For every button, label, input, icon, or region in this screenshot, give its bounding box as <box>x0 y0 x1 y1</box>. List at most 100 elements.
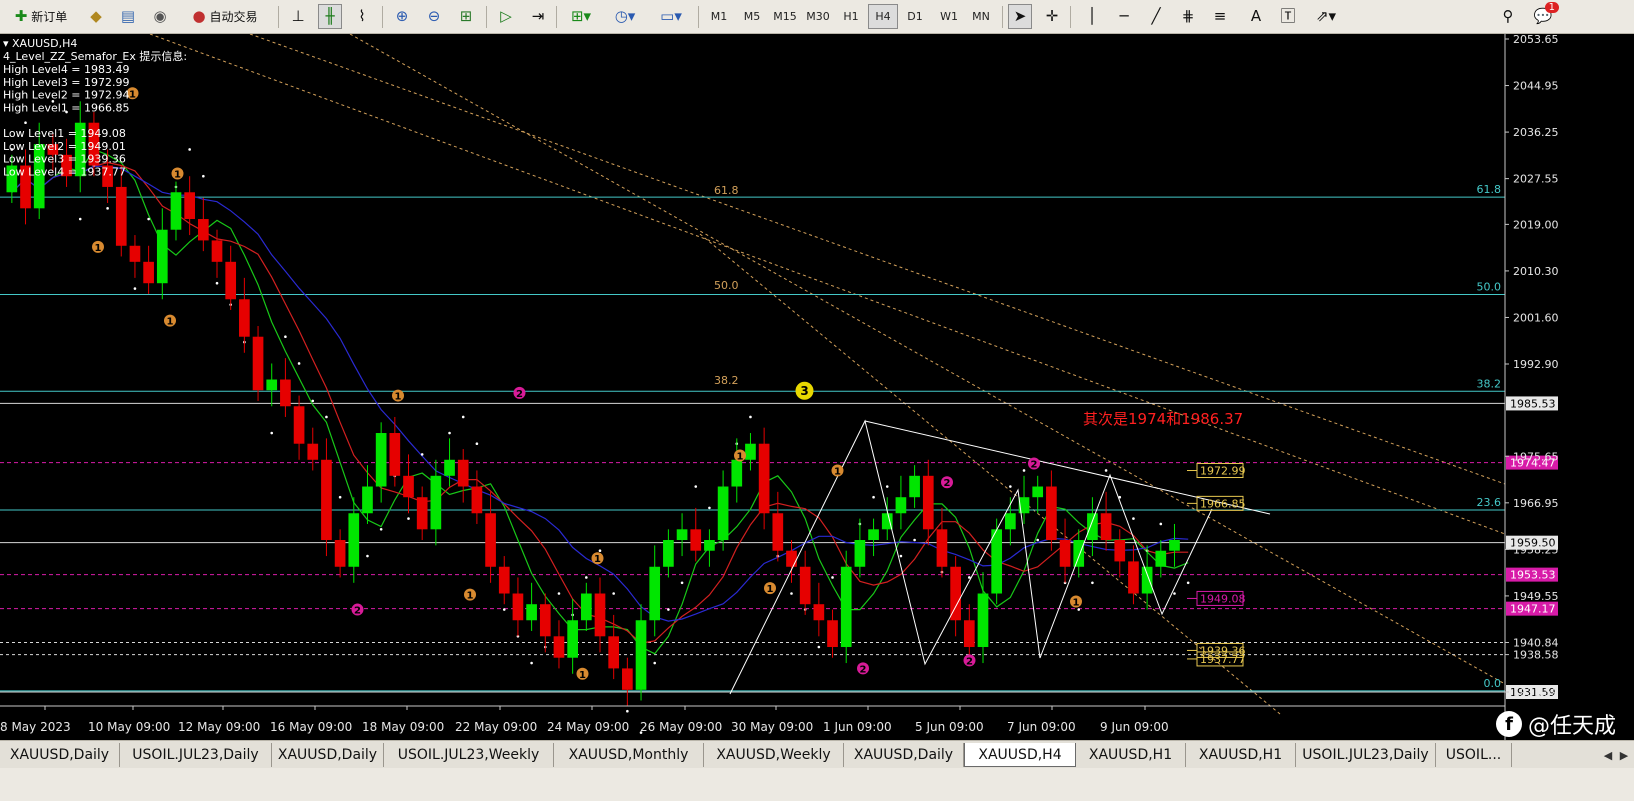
timeframe-m30[interactable]: M30 <box>803 4 833 29</box>
periods-button[interactable]: ◷▾ <box>606 4 644 29</box>
timeframe-mn[interactable]: MN <box>966 4 996 29</box>
crosshair-button[interactable]: ✛ <box>1040 4 1064 29</box>
indicators-button[interactable]: ⊞▾ <box>562 4 600 29</box>
zoom-in-button[interactable]: ⊕ <box>390 4 414 29</box>
level-box-label: 1949.08 <box>1200 592 1246 605</box>
candle-body <box>252 336 264 391</box>
indicator-info-line: High Level1 = 1966.85 <box>3 101 130 114</box>
tab-scroll-right-icon[interactable]: ▶ <box>1616 743 1632 767</box>
fib-level-label: 38.2 <box>1477 377 1502 390</box>
fan-label: 50.0 <box>714 279 739 292</box>
sar-dot <box>1077 608 1081 611</box>
fan-label: 38.2 <box>714 374 739 387</box>
timeframe-m5[interactable]: M5 <box>737 4 767 29</box>
candle-body <box>444 459 455 476</box>
sar-dot <box>913 538 916 542</box>
auto-trading-button[interactable]: ● 自动交易 <box>180 4 270 29</box>
candle-body <box>348 513 360 567</box>
sar-dot <box>1091 581 1094 585</box>
chart-tab[interactable]: USOIL.JUL23,Daily <box>120 743 272 767</box>
strategy-tester-button[interactable]: ◆ <box>84 4 108 29</box>
timeframe-h4[interactable]: H4 <box>868 4 898 29</box>
semafor-label: 1 <box>167 317 174 328</box>
chart-tab[interactable]: XAUUSD,H4 <box>964 743 1076 767</box>
autoscroll-button[interactable]: ▷ <box>494 4 518 29</box>
sar-dot <box>680 581 684 585</box>
indicators-icon: ⊞▾ <box>570 7 592 25</box>
trendline-button[interactable]: ╱ <box>1144 4 1168 29</box>
line-chart-button[interactable]: ⌇ <box>350 4 374 29</box>
chart-tab[interactable]: XAUUSD,Daily <box>0 743 120 767</box>
semafor-label: 2 <box>860 664 867 675</box>
chart-tab[interactable]: XAUUSD,Monthly <box>554 743 704 767</box>
price-tick-label: 2053.65 <box>1513 34 1559 46</box>
candle-body <box>526 604 537 621</box>
sar-dot <box>78 217 82 221</box>
search-button[interactable]: ⚲ <box>1496 4 1520 29</box>
chart-tab[interactable]: XAUUSD,H1 <box>1076 743 1186 767</box>
text-label-button[interactable]: 🅃 <box>1276 4 1300 29</box>
zoom-out-icon: ⊖ <box>427 7 441 25</box>
candle-body <box>307 443 319 460</box>
vertical-line-button[interactable]: │ <box>1080 4 1104 29</box>
candlestick-icon: ╫ <box>325 7 335 25</box>
timeframe-w1[interactable]: W1 <box>934 4 964 29</box>
market-watch-button[interactable]: ▤ <box>116 4 140 29</box>
bar-chart-button[interactable]: ⊥ <box>286 4 310 29</box>
chart-tab[interactable]: XAUUSD,Daily <box>844 743 964 767</box>
channel-button[interactable]: ≡ <box>1208 4 1232 29</box>
price-tag-label: 1985.53 <box>1510 397 1556 410</box>
timeframe-m15[interactable]: M15 <box>770 4 800 29</box>
templates-button[interactable]: ▭▾ <box>650 4 692 29</box>
horizontal-line-icon: ─ <box>1119 7 1129 25</box>
sar-dot <box>694 485 698 488</box>
timeframe-h1[interactable]: H1 <box>836 4 866 29</box>
semafor-label: 3 <box>800 384 808 398</box>
chart-tab[interactable]: USOIL... <box>1436 743 1512 767</box>
candle-body <box>129 245 141 262</box>
arrows-button[interactable]: ⇗▾ <box>1308 4 1344 29</box>
chart-tab[interactable]: XAUUSD,Daily <box>272 743 384 767</box>
price-tick-label: 1938.58 <box>1513 649 1559 662</box>
candle-body <box>1141 566 1153 594</box>
chart-tab[interactable]: USOIL.JUL23,Weekly <box>384 743 554 767</box>
fib-level-label: 23.6 <box>1477 496 1502 509</box>
semafor-label: 1 <box>1073 598 1080 609</box>
candle-body <box>991 529 1003 594</box>
chat-button[interactable]: 💬 1 <box>1528 2 1559 29</box>
candlestick-button[interactable]: ╫ <box>318 4 342 29</box>
chart-shift-button[interactable]: ⇥ <box>526 4 550 29</box>
horizontal-line-button[interactable]: ─ <box>1112 4 1136 29</box>
price-tick-label: 2036.25 <box>1513 126 1559 139</box>
time-tick-label: 8 May 2023 <box>0 720 71 734</box>
candle-body <box>840 566 852 648</box>
tab-scroll-buttons[interactable]: ◀ ▶ <box>1600 743 1632 767</box>
text-button[interactable]: A <box>1244 4 1268 29</box>
signals-button[interactable]: ◉ <box>148 4 172 29</box>
timeframe-d1[interactable]: D1 <box>900 4 930 29</box>
tile-windows-button[interactable]: ⊞ <box>454 4 478 29</box>
sar-dot <box>311 399 315 403</box>
sar-dot <box>325 415 328 419</box>
cursor-button[interactable]: ➤ <box>1008 4 1032 29</box>
chart-tab[interactable]: XAUUSD,H1 <box>1186 743 1296 767</box>
chart-tab[interactable]: USOIL.JUL23,Daily <box>1296 743 1436 767</box>
chart-tab[interactable]: XAUUSD,Weekly <box>704 743 844 767</box>
time-tick-label: 7 Jun 09:00 <box>1007 720 1076 734</box>
new-order-button[interactable]: ✚ 新订单 <box>6 4 76 29</box>
sar-dot <box>297 362 301 365</box>
candle-body <box>745 443 756 460</box>
timeframe-m1[interactable]: M1 <box>704 4 734 29</box>
arrows-icon: ⇗▾ <box>1315 7 1337 25</box>
price-chart[interactable]: 61.8 50.0 38.2 61.8 50.0 38.2 23.6 0.0 1985.53… <box>0 34 1634 740</box>
indicator-info-line: Low Level2 = 1949.01 <box>3 140 126 153</box>
tab-scroll-left-icon[interactable]: ◀ <box>1600 743 1616 767</box>
zoom-out-button[interactable]: ⊖ <box>422 4 446 29</box>
candle-body <box>1128 561 1139 594</box>
sar-dot <box>284 335 287 339</box>
time-tick-label: 24 May 09:00 <box>547 720 629 734</box>
sar-dot <box>106 207 109 210</box>
chart-symbol-header: ▾ XAUUSD,H4 <box>3 37 77 50</box>
fib-level-label: 50.0 <box>1477 280 1502 293</box>
fibonacci-button[interactable]: ⋕ <box>1176 4 1200 29</box>
